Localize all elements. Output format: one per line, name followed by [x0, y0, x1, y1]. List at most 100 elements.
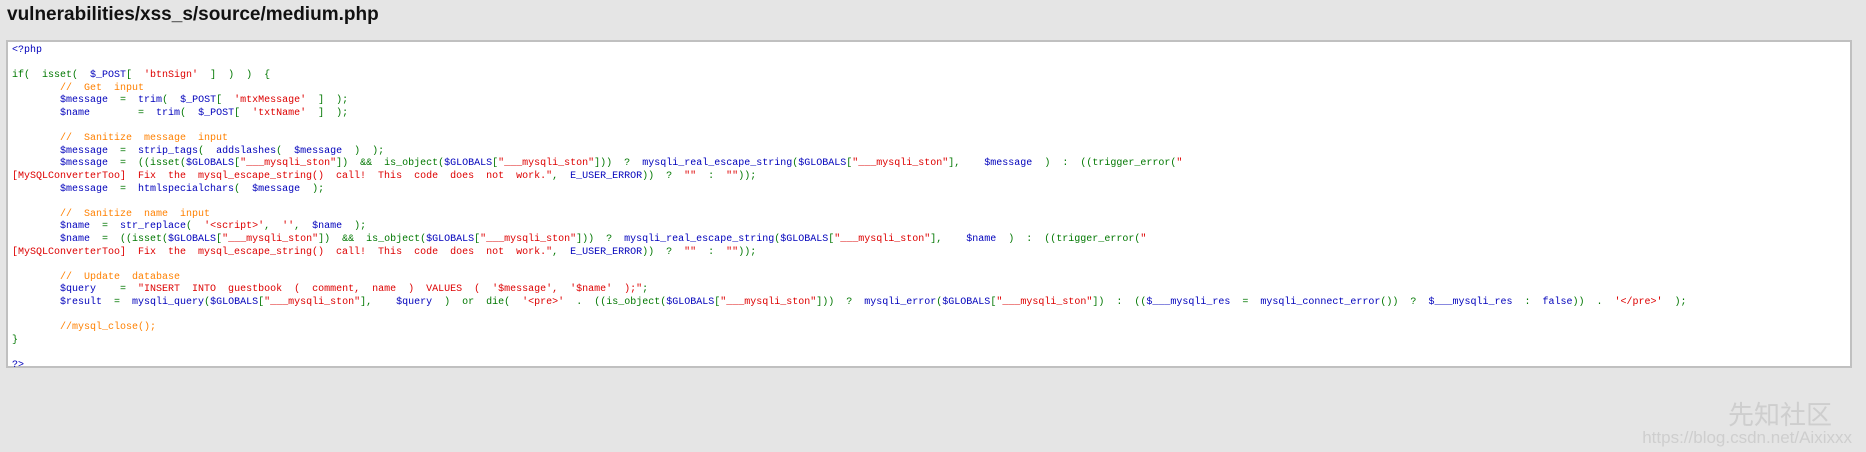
code-token: ])) ? [576, 233, 625, 245]
code-token: : [696, 246, 727, 258]
code-token: mysqli_connect_error [1260, 296, 1381, 308]
code-line: // Sanitize message input [12, 133, 1687, 146]
code-token: false [1542, 296, 1573, 308]
code-token: , [294, 221, 313, 233]
code-token: "___mysqli_ston" [240, 158, 337, 170]
code-token: $query [12, 284, 121, 296]
code-token: $name [966, 233, 1009, 245]
code-token: ], [930, 233, 967, 245]
code-token: "___mysqli_ston" [222, 233, 319, 245]
code-line: $name = str_replace( '<script>', '', $na… [12, 221, 1687, 234]
code-token: = [138, 107, 157, 119]
code-token: [ [126, 70, 145, 82]
code-token: " [1140, 233, 1147, 245]
code-token: "___mysqli_ston" [498, 158, 595, 170]
code-token: mysqli_error [864, 296, 937, 308]
code-token: 'mtxMessage' [234, 95, 307, 107]
code-token: $name [12, 107, 139, 119]
code-token: $message [12, 95, 121, 107]
code-token: trim [156, 107, 181, 119]
code-line: // Get input [12, 83, 1687, 96]
code-token: ], [948, 158, 985, 170]
code-token: [ [234, 107, 253, 119]
code-token: "___mysqli_ston" [264, 296, 361, 308]
code-token: : [696, 170, 727, 182]
code-token: "___mysqli_ston" [480, 233, 577, 245]
code-token: ( [186, 221, 205, 233]
code-token: $GLOBALS [444, 158, 493, 170]
code-token: )) ? [642, 170, 685, 182]
code-token: ( [276, 145, 295, 157]
code-token: )) . [1572, 296, 1615, 308]
code-token: $GLOBALS [780, 233, 829, 245]
code-token: ] ) ) { [198, 70, 271, 82]
code-token: "___mysqli_ston" [720, 296, 817, 308]
code-token: ( [234, 183, 253, 195]
code-line: [MySQLConverterToo] Fix the mysql_escape… [12, 171, 1687, 184]
code-token: $result [12, 296, 115, 308]
code-token: = [120, 95, 139, 107]
code-token: trim [138, 95, 163, 107]
code-token: [ [216, 95, 235, 107]
code-token: ])) ? [816, 296, 865, 308]
code-token: "___mysqli_ston" [834, 233, 931, 245]
code-token: [MySQLConverterToo] Fix the mysql_escape… [12, 246, 553, 258]
code-token: , [552, 246, 571, 258]
php-source-code: <?php if( isset( $_POST[ 'btnSign' ] ) ) … [12, 45, 1687, 372]
code-token: $message [12, 145, 121, 157]
code-token: " [1176, 158, 1183, 170]
code-token: strip_tags [138, 145, 199, 157]
code-token: $GLOBALS [798, 158, 847, 170]
code-token: $GLOBALS [186, 158, 235, 170]
code-token: //mysql_close(); [12, 322, 157, 334]
code-token: ()) ? [1380, 296, 1429, 308]
code-token: [MySQLConverterToo] Fix the mysql_escape… [12, 170, 553, 182]
code-token: 'btnSign' [144, 70, 199, 82]
code-token: $GLOBALS [666, 296, 715, 308]
code-token: '</pre>' [1614, 296, 1663, 308]
code-token: = ((isset( [102, 233, 169, 245]
code-token: $message [12, 158, 121, 170]
code-token: '<script>' [204, 221, 265, 233]
code-token: ) ); [354, 145, 385, 157]
code-token: ( [162, 95, 181, 107]
code-token: ] ); [306, 95, 349, 107]
code-token: . ((is_object( [576, 296, 667, 308]
code-token: ])) ? [594, 158, 643, 170]
code-token: , [264, 221, 283, 233]
code-token: $name [12, 221, 103, 233]
code-line: $message = ((isset($GLOBALS["___mysqli_s… [12, 158, 1687, 171]
code-token: : [1524, 296, 1543, 308]
code-token: ]) && is_object( [318, 233, 427, 245]
code-line: <?php [12, 45, 1687, 58]
code-token: )); [738, 246, 757, 258]
watermark: 先知社区 https://blog.csdn.net/Aixixxx [1642, 402, 1852, 448]
code-line: ?> [12, 360, 1687, 373]
code-token: ], [360, 296, 397, 308]
code-token: = [102, 221, 121, 233]
code-token: $message [252, 183, 313, 195]
code-line: $name = ((isset($GLOBALS["___mysqli_ston… [12, 234, 1687, 247]
page-title: vulnerabilities/xss_s/source/medium.php [7, 4, 379, 25]
code-line: if( isset( $_POST[ 'btnSign' ] ) ) { [12, 70, 1687, 83]
code-token: htmlspecialchars [138, 183, 235, 195]
code-token: '' [282, 221, 295, 233]
code-token: mysqli_real_escape_string [642, 158, 793, 170]
code-token: , [552, 170, 571, 182]
code-token: "" [726, 246, 739, 258]
code-token: addslashes [216, 145, 277, 157]
code-token: // Sanitize message input [12, 133, 229, 145]
code-token: } [12, 334, 19, 346]
code-token: '<pre>' [522, 296, 577, 308]
code-token: ( [198, 145, 217, 157]
code-token: $GLOBALS [942, 296, 991, 308]
code-token: ) : ((trigger_error( [1008, 233, 1141, 245]
code-line: } [12, 335, 1687, 348]
code-token: E_USER_ERROR [570, 246, 643, 258]
code-token: $___mysqli_res [1146, 296, 1243, 308]
code-token: )) ? [642, 246, 685, 258]
